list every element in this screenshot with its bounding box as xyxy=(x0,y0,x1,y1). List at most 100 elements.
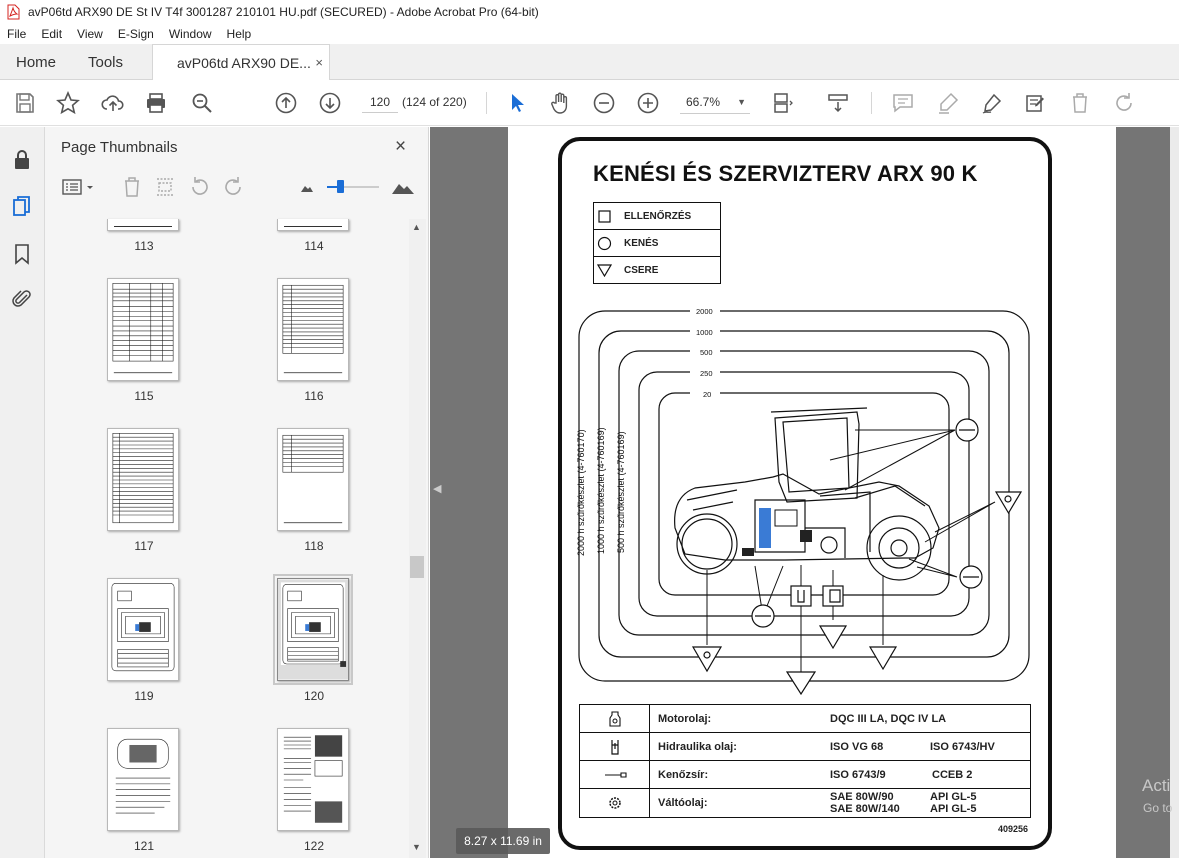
document-number: 409256 xyxy=(998,824,1029,834)
zoom-level-value: 66.7% xyxy=(686,94,721,109)
page-fit-icon[interactable] xyxy=(771,91,795,115)
collapse-panel-icon[interactable]: ◀ xyxy=(433,482,441,495)
page-thumbnails-icon[interactable] xyxy=(10,194,34,218)
close-tab-icon[interactable]: × xyxy=(315,55,323,70)
highlight-pen-icon[interactable] xyxy=(936,91,960,115)
page-thumbnail-114[interactable] xyxy=(277,219,349,231)
menu-file[interactable]: File xyxy=(0,27,34,41)
circle-icon xyxy=(597,236,612,251)
square-icon xyxy=(598,210,611,223)
interval-20h-frame xyxy=(658,392,950,596)
activation-watermark: Acti xyxy=(1142,776,1171,795)
chevron-down-icon: ▼ xyxy=(737,96,746,107)
thumbnails-scrollbar[interactable]: ▲ ▼ xyxy=(409,219,426,858)
edit-text-icon[interactable] xyxy=(1024,91,1048,115)
tab-tools[interactable]: Tools xyxy=(88,44,123,80)
zoom-out-icon[interactable] xyxy=(592,91,616,115)
lock-icon[interactable] xyxy=(10,148,34,172)
bookmarks-icon[interactable] xyxy=(10,242,34,266)
print-icon[interactable] xyxy=(144,91,168,115)
menu-edit[interactable]: Edit xyxy=(34,27,70,41)
interval-1000h-frame xyxy=(598,330,1010,658)
page-thumbnail-label: 118 xyxy=(304,539,324,553)
tab-document-label: avP06td ARX90 DE... xyxy=(177,55,311,71)
page-thumbnail-117[interactable] xyxy=(107,428,179,531)
table-row-gear-oil: Váltóolaj: SAE 80W/90 API GL-5 SAE 80W/1… xyxy=(580,789,1030,817)
previous-page-icon[interactable] xyxy=(274,91,298,115)
tab-home[interactable]: Home xyxy=(16,44,56,80)
toolbar-separator xyxy=(486,92,487,114)
page-number-input[interactable] xyxy=(362,91,398,113)
zoom-level-select[interactable]: 66.7% ▼ xyxy=(680,90,750,114)
scroll-down-icon[interactable]: ▼ xyxy=(412,842,421,852)
close-panel-icon[interactable]: × xyxy=(395,136,406,158)
next-page-icon[interactable] xyxy=(318,91,342,115)
scroll-up-icon[interactable]: ▲ xyxy=(412,222,421,232)
acrobat-window: avP06td ARX90 DE St IV T4f 3001287 21010… xyxy=(0,0,1179,858)
rotate-right-icon[interactable] xyxy=(221,175,245,199)
page-thumbnail-121[interactable] xyxy=(107,728,179,831)
page-count: (124 of 220) xyxy=(402,95,467,109)
interval-250h-frame xyxy=(638,371,970,617)
delete-page-icon[interactable] xyxy=(120,175,144,199)
activation-watermark-subtext: Go to xyxy=(1143,801,1173,815)
extract-page-icon[interactable] xyxy=(153,175,177,199)
menu-view[interactable]: View xyxy=(70,27,111,41)
hours-label-250: 250 xyxy=(700,369,713,378)
document-title: KENÉSI ÉS SZERVIZTERV ARX 90 K xyxy=(593,161,978,186)
page-thumbnail-119[interactable] xyxy=(107,578,179,681)
interval-2000h-frame xyxy=(578,310,1030,682)
zoom-in-icon[interactable] xyxy=(636,91,660,115)
tab-bar: Home Tools avP06td ARX90 DE... × xyxy=(0,44,1179,81)
page-thumbnail-118[interactable] xyxy=(277,428,349,531)
rotate-left-icon[interactable] xyxy=(188,175,212,199)
page-thumbnail-116[interactable] xyxy=(277,278,349,381)
tab-document[interactable]: avP06td ARX90 DE... × xyxy=(152,44,330,81)
page-thumbnail-120-selected[interactable] xyxy=(273,574,353,685)
select-cursor-icon[interactable] xyxy=(505,91,529,115)
page-thumbnail-113[interactable] xyxy=(107,219,179,231)
save-icon[interactable] xyxy=(13,91,37,115)
thumbnail-larger-icon[interactable] xyxy=(391,175,415,199)
service-diagram xyxy=(578,304,1030,695)
hydraulic-icon xyxy=(580,733,650,760)
upload-cloud-icon[interactable] xyxy=(101,91,125,115)
table-row-grease: Kenőzsír: ISO 6743/9 CCEB 2 xyxy=(580,761,1030,789)
page-thumbnail-122[interactable] xyxy=(277,728,349,831)
thumbnails-panel: Page Thumbnails × xyxy=(45,127,429,858)
page-thumbnail-115[interactable] xyxy=(107,278,179,381)
page-thumbnail-label: 115 xyxy=(134,389,154,403)
comment-icon[interactable] xyxy=(891,91,915,115)
roller-machine-illustration xyxy=(674,407,940,581)
zoom-search-icon[interactable] xyxy=(190,91,214,115)
menu-window[interactable]: Window xyxy=(162,27,220,41)
window-title: avP06td ARX90 DE St IV T4f 3001287 21010… xyxy=(28,5,539,19)
filter-kit-500h: 500 h szűrőkészlet (4-760169) xyxy=(616,431,626,553)
hand-tool-icon[interactable] xyxy=(548,91,572,115)
filter-kit-2000h: 2000 h szűrőkészlet (4-760170) xyxy=(576,429,586,556)
scroll-mode-icon[interactable] xyxy=(826,91,850,115)
left-rail xyxy=(0,127,45,858)
sign-pen-icon[interactable] xyxy=(980,91,1004,115)
menu-help[interactable]: Help xyxy=(220,27,260,41)
page-thumbnail-label: 122 xyxy=(303,839,325,853)
thumbnail-size-slider[interactable] xyxy=(327,175,381,199)
toolbar-separator xyxy=(871,92,872,114)
table-row-hydraulic-oil: Hidraulika olaj: ISO VG 68 ISO 6743/HV xyxy=(580,733,1030,761)
page-thumbnail-label: 117 xyxy=(134,539,154,553)
page-thumbnail-label: 121 xyxy=(133,839,155,853)
rotate-icon[interactable] xyxy=(1112,91,1136,115)
menu-bar: File Edit View E-Sign Window Help xyxy=(0,24,1179,44)
hours-label-2000: 2000 xyxy=(696,307,713,316)
scrollbar-thumb[interactable] xyxy=(410,556,424,578)
menu-esign[interactable]: E-Sign xyxy=(111,27,162,41)
thumbnail-options-menu[interactable] xyxy=(61,175,97,199)
thumbnail-smaller-icon[interactable] xyxy=(299,175,315,199)
next-page-edge xyxy=(1170,127,1179,858)
page-thumbnail-label: 119 xyxy=(134,689,154,703)
delete-trash-icon[interactable] xyxy=(1068,91,1092,115)
legend-row-check: ELLENŐRZÉS xyxy=(594,203,720,230)
bookmark-star-icon[interactable] xyxy=(56,90,80,115)
attachments-paperclip-icon[interactable] xyxy=(10,287,34,311)
legend-row-lubricate: KENÉS xyxy=(594,230,720,257)
